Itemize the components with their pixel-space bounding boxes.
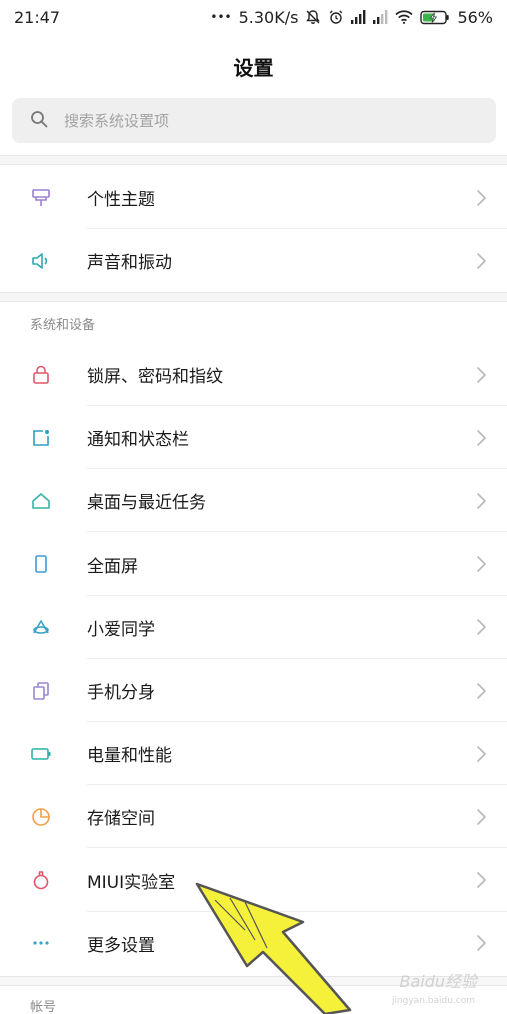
mute-bell-icon [305, 9, 321, 25]
home-icon [30, 490, 52, 512]
settings-item-label: 手机分身 [87, 683, 155, 703]
settings-item-label: 个性主题 [87, 190, 155, 210]
settings-item-flask[interactable]: MIUI实验室 [0, 848, 507, 912]
battery-charging-icon [420, 10, 450, 25]
signal-2-icon [373, 10, 388, 24]
chevron-right-icon [475, 555, 487, 573]
chevron-right-icon [475, 492, 487, 510]
settings-item-battery[interactable]: 电量和性能 [0, 722, 507, 786]
theme-icon [30, 187, 52, 209]
status-time: 21:47 [14, 7, 61, 27]
watermark-url: jingyan.baidu.com [391, 996, 475, 1006]
status-bar: 21:47 ••• 5.30K/s 56% [0, 0, 507, 34]
signal-icon [351, 10, 366, 24]
settings-item-label: 锁屏、密码和指纹 [87, 367, 223, 387]
chevron-right-icon [475, 745, 487, 763]
settings-item-label: 全面屏 [87, 556, 138, 577]
battery-percent: 56% [457, 7, 493, 27]
settings-item-label: 更多设置 [87, 935, 155, 956]
settings-item-label: 桌面与最近任务 [87, 493, 206, 514]
chevron-right-icon [475, 934, 487, 952]
status-indicators: ••• 5.30K/s 56% [210, 8, 493, 27]
watermark: Baidu经验 [399, 972, 477, 991]
settings-item-theme[interactable]: 个性主题 [0, 166, 507, 229]
network-speed: 5.30K/s [238, 7, 299, 27]
search-icon [30, 110, 48, 132]
search-placeholder: 搜索系统设置项 [64, 112, 170, 130]
settings-item-label: 声音和振动 [87, 253, 172, 274]
search-box[interactable]: 搜索系统设置项 [12, 98, 496, 143]
chevron-right-icon [475, 871, 487, 889]
flask-icon [30, 869, 52, 891]
notification-icon [30, 427, 52, 449]
settings-item-label: MIUI实验室 [87, 872, 176, 893]
settings-item-label: 电量和性能 [87, 746, 172, 767]
settings-item-xiaoai[interactable]: 小爱同学 [0, 595, 507, 659]
phone-icon [30, 553, 52, 575]
settings-item-more[interactable]: 更多设置 [0, 911, 507, 975]
settings-item-dual-phone[interactable]: 手机分身 [0, 659, 507, 722]
dual-phone-icon [30, 680, 52, 702]
chevron-right-icon [475, 618, 487, 636]
settings-item-label: 通知和状态栏 [87, 430, 189, 451]
section-divider [0, 292, 507, 302]
settings-item-label: 小爱同学 [87, 619, 155, 640]
wifi-icon [395, 10, 414, 24]
section-divider [0, 155, 507, 165]
settings-item-notification[interactable]: 通知和状态栏 [0, 406, 507, 470]
page-title: 设置 [233, 56, 274, 80]
settings-item-label: 存储空间 [87, 809, 155, 830]
storage-icon [30, 806, 52, 828]
lock-icon [30, 364, 52, 386]
settings-item-home[interactable]: 桌面与最近任务 [0, 469, 507, 533]
section-label-system: 系统和设备 [30, 318, 96, 333]
chevron-right-icon [475, 808, 487, 826]
section-label-account: 帐号 [30, 1000, 57, 1014]
speaker-icon [30, 250, 52, 272]
chevron-right-icon [475, 429, 487, 447]
settings-item-phone[interactable]: 全面屏 [0, 532, 507, 596]
chevron-right-icon [475, 366, 487, 384]
settings-item-speaker[interactable]: 声音和振动 [0, 229, 507, 293]
alarm-icon [328, 9, 344, 25]
more-icon [30, 932, 52, 954]
battery-icon [30, 743, 52, 765]
chevron-right-icon [475, 682, 487, 700]
status-dots: ••• [210, 10, 232, 24]
chevron-right-icon [475, 189, 487, 207]
settings-item-lock[interactable]: 锁屏、密码和指纹 [0, 343, 507, 406]
settings-item-storage[interactable]: 存储空间 [0, 785, 507, 849]
chevron-right-icon [475, 252, 487, 270]
xiaoai-icon [30, 616, 52, 638]
